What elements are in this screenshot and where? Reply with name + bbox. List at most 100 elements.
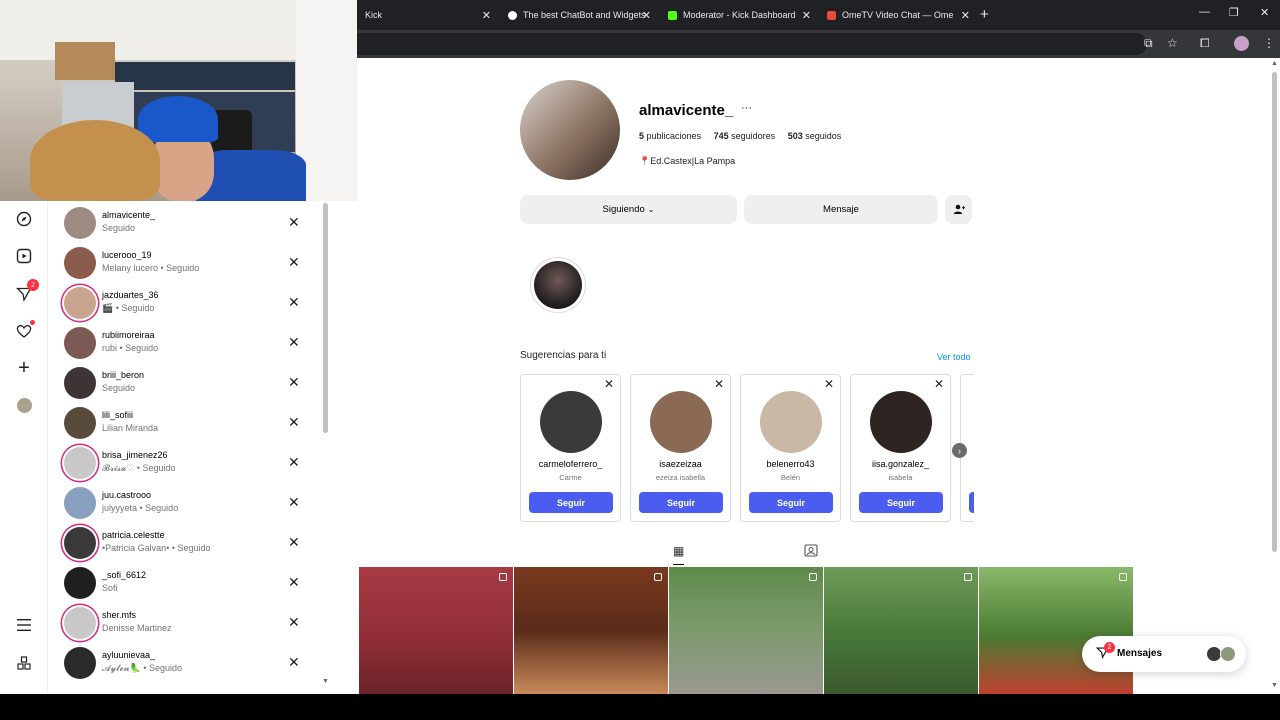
posts-stat[interactable]: 5 publicaciones <box>639 131 701 141</box>
post-thumbnail[interactable] <box>824 567 978 694</box>
suggestion-card[interactable]: ✕ iisa.gonzalez_ isabela Seguir <box>850 374 951 522</box>
close-icon[interactable]: ✕ <box>288 294 300 311</box>
tab-ometv[interactable]: OmeTV Video Chat — Ome ✕ <box>819 0 976 30</box>
address-bar[interactable] <box>357 33 1147 55</box>
tab-close-icon[interactable]: ✕ <box>482 9 491 22</box>
more-options-icon[interactable]: ··· <box>741 102 752 114</box>
list-item[interactable]: rubiimoreiraa rubi • Seguido ✕ <box>48 323 318 363</box>
close-icon[interactable]: ✕ <box>288 574 300 591</box>
maximize-button[interactable]: ❐ <box>1229 6 1239 19</box>
grid-icon[interactable]: ▦ <box>673 544 685 565</box>
list-item[interactable]: briii_beron Seguido ✕ <box>48 363 318 403</box>
avatar <box>64 247 96 279</box>
webcam-box <box>55 42 115 80</box>
tab-title: Moderator - Kick Dashboard <box>683 10 796 20</box>
post-thumbnail[interactable] <box>359 567 513 694</box>
add-user-icon <box>953 204 965 214</box>
message-button[interactable]: Mensaje <box>744 195 938 224</box>
list-item[interactable]: patricia.celestte •Patricia Galvan• • Se… <box>48 523 318 563</box>
list-item[interactable]: jazduartes_36 🎬 • Seguido ✕ <box>48 283 318 323</box>
close-icon[interactable]: ✕ <box>288 494 300 511</box>
new-tab-button[interactable]: + <box>980 6 989 23</box>
suggestion-card[interactable]: ✕ carmeloferrero_ Carme Seguir <box>520 374 621 522</box>
menu-icon[interactable]: ⋮ <box>1263 36 1275 50</box>
follow-button[interactable]: Seguir <box>529 492 613 513</box>
profile-picture[interactable] <box>520 80 620 180</box>
scroll-down-arrow-icon[interactable]: ▼ <box>1271 682 1278 689</box>
close-icon[interactable]: ✕ <box>288 534 300 551</box>
compass-icon[interactable] <box>15 210 33 228</box>
list-scrollbar[interactable] <box>323 203 328 433</box>
list-item[interactable]: ayluunievaa_ 𝓐𝔂𝓵𝓮𝓷🦜 • Seguido ✕ <box>48 643 318 683</box>
close-icon[interactable]: ✕ <box>288 254 300 271</box>
close-window-button[interactable]: ✕ <box>1260 6 1269 19</box>
close-icon[interactable]: ✕ <box>288 654 300 671</box>
list-item[interactable]: lucerooo_19 Melany lucero • Seguido ✕ <box>48 243 318 283</box>
tab-close-icon[interactable]: ✕ <box>642 9 651 22</box>
follow-button[interactable]: Seguir <box>859 492 943 513</box>
scroll-down-arrow-icon[interactable]: ▼ <box>322 678 329 685</box>
followers-stat[interactable]: 745 seguidores <box>714 131 776 141</box>
following-stat[interactable]: 503 seguidos <box>788 131 842 141</box>
list-item[interactable]: sher.mfs Denisse Martinez ✕ <box>48 603 318 643</box>
profile-avatar[interactable] <box>1234 36 1249 51</box>
chevron-right-icon[interactable]: › <box>952 443 967 458</box>
see-all-link[interactable]: Ver todo <box>937 352 971 362</box>
list-item[interactable]: brisa_jimenez26 𝓑𝓻𝓲𝓼𝓪♡ • Seguido ✕ <box>48 443 318 483</box>
story-highlight[interactable] <box>530 257 586 313</box>
page-scrollbar[interactable] <box>1272 72 1277 552</box>
post-thumbnail[interactable] <box>979 567 1133 694</box>
messages-label: Mensajes <box>1117 648 1163 659</box>
messages-pill[interactable]: 2 Mensajes <box>1082 636 1246 672</box>
avatar <box>64 567 96 599</box>
tab-kick-dashboard[interactable]: Moderator - Kick Dashboard ✕ <box>660 0 817 30</box>
scroll-up-arrow-icon[interactable]: ▲ <box>1271 60 1278 67</box>
close-icon[interactable]: ✕ <box>288 454 300 471</box>
reels-icon[interactable] <box>15 247 33 265</box>
tab-kick[interactable]: Kick ✕ <box>357 0 497 30</box>
post-thumbnail[interactable] <box>514 567 668 694</box>
username: _sofi_6612 <box>102 570 147 580</box>
tab-close-icon[interactable]: ✕ <box>802 9 811 22</box>
close-icon[interactable]: ✕ <box>288 374 300 391</box>
minimize-button[interactable]: — <box>1199 6 1210 18</box>
follow-button[interactable]: Seguir <box>639 492 723 513</box>
list-item[interactable]: juu.castrooo julyyyeta • Seguido ✕ <box>48 483 318 523</box>
post-thumbnail[interactable] <box>669 567 823 694</box>
heart-icon[interactable] <box>15 320 35 340</box>
follow-button[interactable]: Seguir <box>749 492 833 513</box>
close-icon[interactable]: ✕ <box>288 214 300 231</box>
suggestion-card[interactable]: ✕ isaezeizaa ezeiza isabella Seguir <box>630 374 731 522</box>
close-icon[interactable]: ✕ <box>288 414 300 431</box>
list-item[interactable]: almavicente_ Seguido ✕ <box>48 203 318 243</box>
close-icon[interactable]: ✕ <box>824 377 834 391</box>
messages-icon[interactable]: 2 <box>15 279 39 303</box>
tab-close-icon[interactable]: ✕ <box>961 9 970 22</box>
tagged-icon[interactable] <box>804 544 818 560</box>
multiple-images-icon <box>964 573 972 581</box>
star-icon[interactable]: ☆ <box>1167 36 1178 50</box>
shield-icon <box>508 10 517 20</box>
tab-chatbot[interactable]: The best ChatBot and Widgets ✕ <box>500 0 657 30</box>
avatar[interactable] <box>15 396 33 414</box>
posts-grid <box>359 567 1134 694</box>
subtitle: •Patricia Galvan• • Seguido <box>102 543 211 553</box>
close-icon[interactable]: ✕ <box>934 377 944 391</box>
follow-button-partial[interactable] <box>969 492 974 513</box>
cast-icon[interactable]: ⧉ <box>1144 36 1153 51</box>
plus-icon[interactable]: + <box>15 357 33 379</box>
menu-icon[interactable] <box>15 616 33 634</box>
subtitle: 𝓑𝓻𝓲𝓼𝓪♡ • Seguido <box>102 463 176 473</box>
list-item[interactable]: lili_sofiii Lilian Miranda ✕ <box>48 403 318 443</box>
apps-icon[interactable] <box>15 654 33 672</box>
following-button[interactable]: Siguiendo ⌄ <box>520 195 737 224</box>
multiple-images-icon <box>654 573 662 581</box>
extensions-icon[interactable]: ⧠ <box>1200 36 1210 51</box>
close-icon[interactable]: ✕ <box>288 614 300 631</box>
close-icon[interactable]: ✕ <box>288 334 300 351</box>
close-icon[interactable]: ✕ <box>714 377 724 391</box>
suggestion-card[interactable]: ✕ belenerro43 Belén Seguir <box>740 374 841 522</box>
close-icon[interactable]: ✕ <box>604 377 614 391</box>
list-item[interactable]: _sofi_6612 Sofi ✕ <box>48 563 318 603</box>
add-user-button[interactable] <box>945 195 972 224</box>
